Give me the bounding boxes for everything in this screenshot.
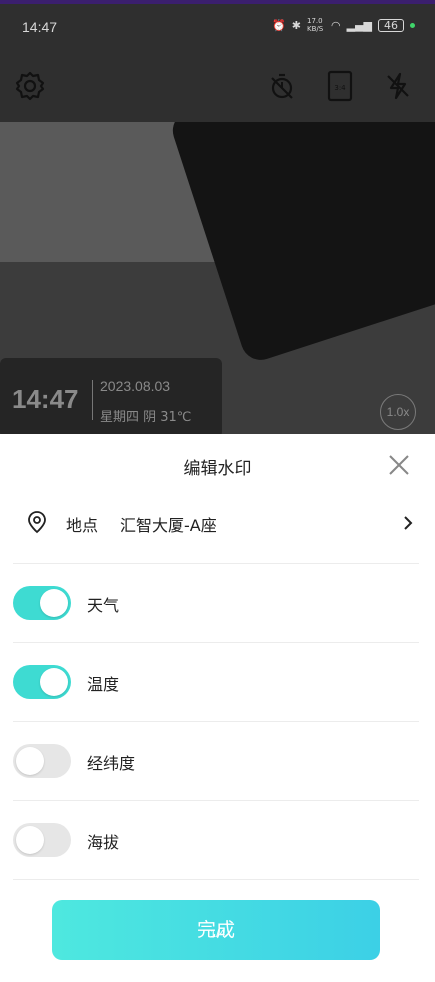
altitude-label: 海拔 bbox=[87, 833, 120, 852]
network-speed: 17.0 KB/S bbox=[307, 17, 324, 33]
option-row-weather: 天气 bbox=[13, 563, 419, 643]
aspect-ratio-icon[interactable]: 3:4 bbox=[320, 66, 360, 106]
watermark-date: 2023.08.03 bbox=[100, 378, 171, 394]
chevron-right-icon bbox=[404, 516, 413, 530]
sheet-title: 编辑水印 bbox=[183, 459, 252, 479]
location-value: 汇智大厦-A座 bbox=[120, 516, 217, 535]
option-row-coordinates: 经纬度 bbox=[13, 721, 419, 801]
battery-icon: 46 bbox=[378, 18, 404, 32]
toggle-knob bbox=[16, 747, 44, 775]
watermark-divider bbox=[92, 380, 93, 420]
weather-toggle[interactable] bbox=[13, 586, 71, 620]
page-indicator: 1/4 bbox=[210, 928, 226, 940]
camera-toolbar: 3:4 bbox=[0, 54, 435, 122]
status-time: 14:47 bbox=[22, 19, 58, 35]
camera-preview[interactable]: 14:47 2023.08.03 星期四 阴 31℃ 1.0x bbox=[0, 122, 435, 434]
watermark-time: 14:47 bbox=[12, 384, 79, 414]
option-row-altitude: 海拔 bbox=[13, 800, 419, 880]
svg-text:3:4: 3:4 bbox=[334, 84, 346, 92]
status-icons: ⏰ ✱ 17.0 KB/S ◠ ▂▄▆ 46 bbox=[272, 17, 415, 33]
temperature-toggle[interactable] bbox=[13, 665, 71, 699]
location-row[interactable]: 地点 汇智大厦-A座 bbox=[13, 484, 419, 564]
settings-icon[interactable] bbox=[10, 66, 50, 106]
altitude-toggle[interactable] bbox=[13, 823, 71, 857]
zoom-button[interactable]: 1.0x bbox=[380, 394, 416, 430]
coordinates-toggle[interactable] bbox=[13, 744, 71, 778]
privacy-dot bbox=[410, 22, 415, 28]
signal-icon: ▂▄▆ bbox=[346, 18, 372, 32]
flash-off-icon[interactable] bbox=[378, 66, 418, 106]
weather-label: 天气 bbox=[87, 596, 120, 615]
toggle-knob bbox=[16, 826, 44, 854]
toggle-knob bbox=[40, 668, 68, 696]
wifi-icon: ◠ bbox=[331, 18, 341, 32]
toggle-knob bbox=[40, 589, 68, 617]
close-icon[interactable] bbox=[386, 452, 412, 478]
alarm-icon: ⏰ bbox=[272, 18, 286, 32]
edit-watermark-sheet: 编辑水印 地点 汇智大厦-A座 天气 温度 经纬度 海拔 完成 1/4 bbox=[0, 434, 435, 982]
bluetooth-icon: ✱ bbox=[291, 18, 301, 32]
location-pin-icon bbox=[28, 511, 46, 534]
coordinates-label: 经纬度 bbox=[87, 754, 136, 773]
watermark-preview[interactable]: 14:47 2023.08.03 星期四 阴 31℃ bbox=[0, 358, 222, 434]
timer-off-icon[interactable] bbox=[262, 66, 302, 106]
location-label: 地点 bbox=[66, 516, 99, 535]
option-row-temperature: 温度 bbox=[13, 642, 419, 722]
status-bar: 14:47 ⏰ ✱ 17.0 KB/S ◠ ▂▄▆ 46 bbox=[0, 4, 435, 54]
temperature-label: 温度 bbox=[87, 675, 120, 694]
watermark-weekday-weather: 星期四 阴 31℃ bbox=[100, 410, 192, 425]
